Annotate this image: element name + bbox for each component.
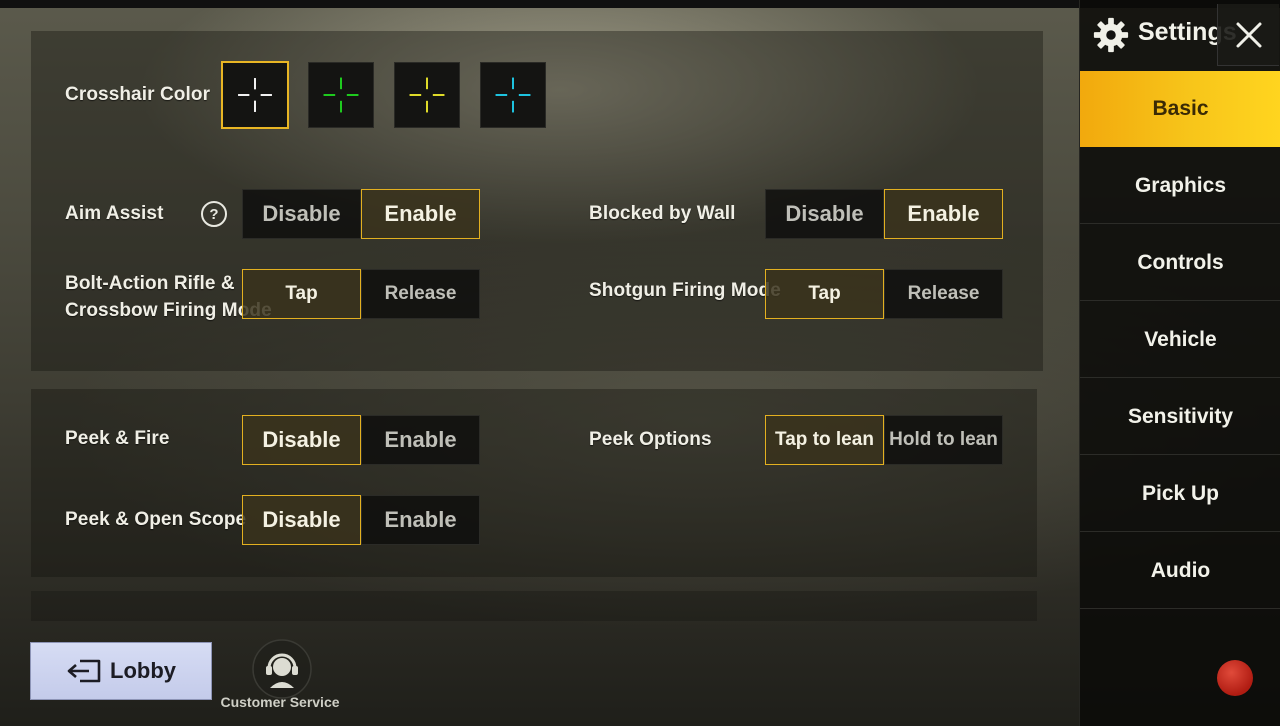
nav-basic[interactable]: Basic <box>1080 71 1280 147</box>
close-icon <box>1236 22 1261 47</box>
peek-fire-label: Peek & Fire <box>65 428 170 449</box>
nav-graphics[interactable]: Graphics <box>1080 148 1280 224</box>
exit-icon <box>67 659 101 683</box>
peek-fire-disable[interactable]: Disable <box>242 415 361 465</box>
nav-sensitivity[interactable]: Sensitivity <box>1080 379 1280 455</box>
crosshair-swatch-cyan[interactable] <box>480 62 546 128</box>
peek-open-scope-enable[interactable]: Enable <box>361 495 480 545</box>
settings-sidebar: Settings Basic Graphics Controls Vehicle… <box>1079 0 1280 726</box>
peek-options-hold-to-lean[interactable]: Hold to lean <box>884 415 1003 465</box>
bolt-action-label-line2: Crossbow Firing Mode <box>65 300 272 321</box>
peek-fire-toggle: Disable Enable <box>242 415 480 465</box>
crosshair-icon <box>409 77 445 113</box>
crosshair-icon <box>323 77 359 113</box>
next-settings-panel <box>31 591 1037 621</box>
peek-open-scope-toggle: Disable Enable <box>242 495 480 545</box>
blocked-by-wall-disable[interactable]: Disable <box>765 189 884 239</box>
peek-open-scope-disable[interactable]: Disable <box>242 495 361 545</box>
lobby-label: Lobby <box>110 658 176 683</box>
lobby-button[interactable]: Lobby <box>30 642 212 700</box>
peek-options-label: Peek Options <box>589 429 712 450</box>
nav-pick-up[interactable]: Pick Up <box>1080 456 1280 532</box>
help-icon[interactable]: ? <box>201 201 227 227</box>
aim-assist-enable[interactable]: Enable <box>361 189 480 239</box>
close-button[interactable] <box>1217 4 1279 66</box>
blocked-by-wall-label: Blocked by Wall <box>589 203 736 224</box>
crosshair-swatch-yellow[interactable] <box>394 62 460 128</box>
headset-icon[interactable] <box>251 638 313 700</box>
aim-assist-toggle: Disable Enable <box>242 189 480 239</box>
peek-options-toggle: Tap to lean Hold to lean <box>765 415 1003 465</box>
shotgun-firing-mode-toggle: Tap Release <box>765 269 1003 319</box>
bolt-action-release[interactable]: Release <box>361 269 480 319</box>
peek-options-tap-to-lean[interactable]: Tap to lean <box>765 415 884 465</box>
aim-assist-disable[interactable]: Disable <box>242 189 361 239</box>
nav-audio[interactable]: Audio <box>1080 533 1280 609</box>
nav-controls[interactable]: Controls <box>1080 225 1280 301</box>
crosshair-icon <box>238 78 272 112</box>
nav-vehicle[interactable]: Vehicle <box>1080 302 1280 378</box>
crosshair-color-label: Crosshair Color <box>65 84 211 105</box>
shotgun-firing-mode-label: Shotgun Firing Mode <box>589 280 781 301</box>
bolt-action-tap[interactable]: Tap <box>242 269 361 319</box>
crosshair-icon <box>495 77 531 113</box>
settings-screen: Crosshair Color Aim Assist ? Disable Ena… <box>0 0 1280 726</box>
crosshair-swatch-white[interactable] <box>221 61 289 129</box>
blocked-by-wall-enable[interactable]: Enable <box>884 189 1003 239</box>
aim-assist-label: Aim Assist <box>65 203 164 224</box>
bolt-action-label-line1: Bolt-Action Rifle & <box>65 273 235 294</box>
peek-fire-enable[interactable]: Enable <box>361 415 480 465</box>
bolt-action-toggle: Tap Release <box>242 269 480 319</box>
shotgun-tap[interactable]: Tap <box>765 269 884 319</box>
shotgun-release[interactable]: Release <box>884 269 1003 319</box>
record-indicator[interactable] <box>1217 660 1253 696</box>
gear-icon <box>1093 17 1129 53</box>
customer-service-label[interactable]: Customer Service <box>220 694 340 710</box>
blocked-by-wall-toggle: Disable Enable <box>765 189 1003 239</box>
peek-open-scope-label: Peek & Open Scope <box>65 509 247 530</box>
help-glyph: ? <box>209 205 219 223</box>
crosshair-swatch-green[interactable] <box>308 62 374 128</box>
